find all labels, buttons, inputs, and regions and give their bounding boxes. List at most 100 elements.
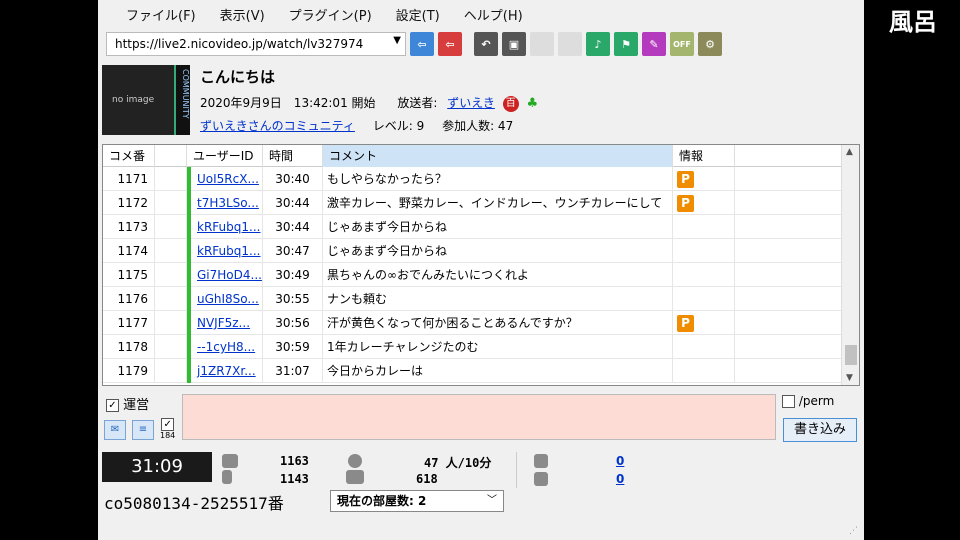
table-row[interactable]: 1178 --1cyH8... 30:59 1年カレーチャレンジたのむ (103, 335, 859, 359)
connect-icon[interactable]: ⇦ (410, 32, 434, 56)
submit-button[interactable]: 書き込み (783, 418, 857, 442)
comment-number: 1176 (103, 287, 155, 311)
row-blank (155, 191, 187, 215)
user-id-link[interactable]: UoI5RcX... (187, 167, 263, 191)
table-row[interactable]: 1179 j1ZR7Xr... 31:07 今日からカレーは (103, 359, 859, 383)
info-cell: P (673, 311, 735, 335)
user-id-link[interactable]: t7H3LSo... (187, 191, 263, 215)
anonymous-checkbox[interactable]: ✓ (161, 418, 175, 431)
window-icon[interactable]: ▣ (502, 32, 526, 56)
speech-icon[interactable]: ♪ (586, 32, 610, 56)
table-row[interactable]: 1176 uGhI8So... 30:55 ナンも頼む (103, 287, 859, 311)
comment-icon-2 (222, 470, 232, 484)
comment-number: 1171 (103, 167, 155, 191)
start-time: 2020年9月9日 13:42:01 開始 (200, 96, 376, 110)
table-header: コメ番 ユーザーID 時間 コメント 情報 (103, 145, 859, 167)
col-header-time[interactable]: 時間 (263, 145, 323, 167)
gear-icon[interactable]: ⚙ (698, 32, 722, 56)
comment-text: じゃあまず今日からね (323, 215, 673, 239)
resize-grip-icon[interactable]: ⋰ (849, 526, 858, 536)
col-header-number[interactable]: コメ番 (103, 145, 155, 167)
unei-checkbox[interactable]: ✓ (106, 399, 119, 412)
participants-text: 参加人数: 47 (442, 119, 514, 133)
comment-table: コメ番 ユーザーID 時間 コメント 情報 1171 UoI5RcX... 30:4… (102, 144, 860, 386)
user-id-link[interactable]: kRFubq1... (187, 239, 263, 263)
comment-text: 激辛カレー、野菜カレー、インドカレー、ウンチカレーにして (323, 191, 673, 215)
col-header-info[interactable]: 情報 (673, 145, 735, 167)
info-cell: P (673, 167, 735, 191)
premium-badge-icon: P (677, 195, 694, 212)
perm-checkbox[interactable] (782, 395, 795, 408)
menu-view[interactable]: 表示(V) (208, 5, 277, 24)
comment-number: 1172 (103, 191, 155, 215)
comment-time: 30:56 (263, 311, 323, 335)
gift-icon (534, 472, 548, 486)
broadcast-title: こんにちは (200, 68, 276, 86)
vertical-scrollbar[interactable]: ▲ ▼ (841, 145, 859, 385)
chevron-down-icon[interactable]: ▼ (393, 35, 401, 46)
col-header-userid[interactable]: ユーザーID (187, 145, 263, 167)
disabled-icon[interactable] (530, 32, 554, 56)
ad-points-link[interactable]: 0 (616, 454, 624, 468)
info-cell (673, 239, 735, 263)
table-row[interactable]: 1173 kRFubq1... 30:44 じゃあまず今日からね (103, 215, 859, 239)
broadcaster-link[interactable]: ずいえき (447, 96, 495, 110)
info-cell (673, 359, 735, 383)
comment-input[interactable] (182, 394, 776, 440)
menu-file[interactable]: ファイル(F) (114, 5, 208, 24)
scroll-up-icon[interactable]: ▲ (846, 147, 853, 157)
comment-time: 31:07 (263, 359, 323, 383)
comment-text: ナンも頼む (323, 287, 673, 311)
gift-points-link[interactable]: 0 (616, 472, 624, 486)
perm-checkbox-row[interactable]: /perm (782, 394, 834, 408)
row-blank (155, 215, 187, 239)
user-id-link[interactable]: NVJF5z... (187, 311, 263, 335)
anonymous-checkbox-row[interactable]: ✓ 184 (160, 418, 175, 440)
user-id-link[interactable]: --1cyH8... (187, 335, 263, 359)
col-header-comment[interactable]: コメント (323, 145, 673, 167)
url-text: https://live2.nicovideo.jp/watch/lv32797… (115, 37, 364, 51)
undo-icon[interactable]: ↶ (474, 32, 498, 56)
user-id-link[interactable]: kRFubq1... (187, 215, 263, 239)
table-row[interactable]: 1172 t7H3LSo... 30:44 激辛カレー、野菜カレー、インドカレー、ウン… (103, 191, 859, 215)
user-id-link[interactable]: Gi7HoD4... (187, 263, 263, 287)
url-combobox[interactable]: https://live2.nicovideo.jp/watch/lv32797… (106, 32, 406, 56)
comment-count-2: 1143 (280, 472, 309, 486)
comment-count: 1163 (280, 454, 309, 468)
off-icon[interactable]: OFF (670, 32, 694, 56)
list-icon[interactable]: ≡ (132, 420, 154, 440)
info-cell (673, 335, 735, 359)
toolbar: https://live2.nicovideo.jp/watch/lv32797… (98, 28, 864, 60)
table-row[interactable]: 1171 UoI5RcX... 30:40 もしやらなかったら？ P (103, 167, 859, 191)
menu-help[interactable]: ヘルプ(H) (452, 5, 535, 24)
rooms-select[interactable]: 現在の部屋数: 2 ﹀ (330, 490, 504, 512)
comment-time: 30:55 (263, 287, 323, 311)
scroll-down-icon[interactable]: ▼ (846, 373, 853, 383)
table-row[interactable]: 1175 Gi7HoD4... 30:49 黒ちゃんの∞おでんみたいにつくれよ (103, 263, 859, 287)
col-header-blank[interactable] (155, 145, 187, 167)
menu-plugin[interactable]: プラグイン(P) (277, 5, 384, 24)
scroll-thumb[interactable] (845, 345, 857, 365)
users-icon[interactable]: ⚑ (614, 32, 638, 56)
menu-bar: ファイル(F) 表示(V) プラグイン(P) 設定(T) ヘルプ(H) (98, 0, 864, 28)
disabled-icon-2[interactable] (558, 32, 582, 56)
table-row[interactable]: 1174 kRFubq1... 30:47 じゃあまず今日からね (103, 239, 859, 263)
user-id-link[interactable]: uGhI8So... (187, 287, 263, 311)
mail-icon[interactable]: ✉ (104, 420, 126, 440)
row-blank (155, 335, 187, 359)
user-id-link[interactable]: j1ZR7Xr... (187, 359, 263, 383)
viewer-icon (348, 454, 362, 468)
menu-settings[interactable]: 設定(T) (384, 5, 452, 24)
brush-icon[interactable]: ✎ (642, 32, 666, 56)
comment-time: 30:44 (263, 215, 323, 239)
row-blank (155, 311, 187, 335)
community-tag-text: COMMUNITY (181, 69, 190, 119)
unei-checkbox-row[interactable]: ✓ 運営 (106, 394, 149, 413)
community-link[interactable]: ずいえきさんのコミュニティ (200, 119, 355, 133)
comment-number: 1173 (103, 215, 155, 239)
disconnect-icon[interactable]: ⇦ (438, 32, 462, 56)
chevron-down-icon[interactable]: ﹀ (487, 491, 497, 511)
table-body: 1171 UoI5RcX... 30:40 もしやらなかったら？ P 1172 t7H3LS… (103, 167, 859, 383)
row-blank (155, 287, 187, 311)
table-row[interactable]: 1177 NVJF5z... 30:56 汗が黄色くなって何か困ることあるんですか？ P (103, 311, 859, 335)
